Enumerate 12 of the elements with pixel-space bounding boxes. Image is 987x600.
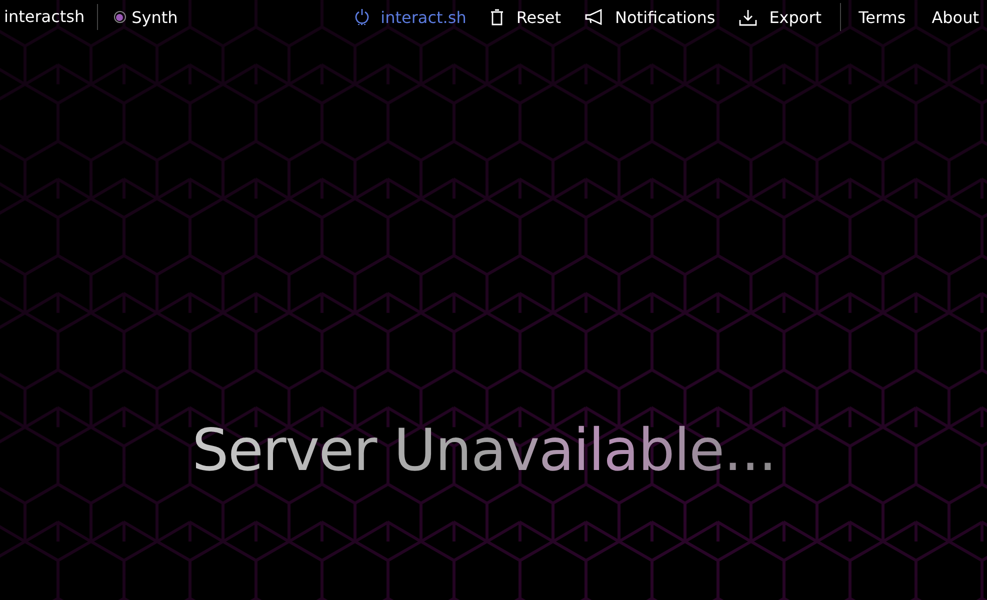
nav-link[interactable]: interact.sh xyxy=(354,8,466,26)
power-icon xyxy=(354,8,369,26)
nav-link[interactable]: Reset xyxy=(490,8,562,26)
nav-link[interactable]: Notifications xyxy=(585,8,716,26)
nav-link[interactable]: Export xyxy=(739,8,822,26)
nav-link[interactable]: About xyxy=(932,8,979,26)
trash-icon xyxy=(490,8,504,26)
download-icon xyxy=(739,8,758,26)
app-name: interactsh xyxy=(4,4,98,30)
theme-radio-option[interactable]: Synth xyxy=(114,8,178,26)
megaphone-icon xyxy=(585,9,604,25)
nav-link[interactable]: Terms xyxy=(858,8,906,26)
